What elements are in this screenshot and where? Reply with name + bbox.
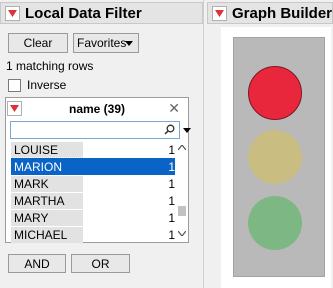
filter-disclosure-triangle-icon[interactable] [5, 5, 20, 21]
graph-builder-canvas [221, 27, 331, 288]
value-list: LOUISE 1 MARION 1 MARK 1 MARTHA 1 MARY 1… [10, 141, 176, 243]
red-light [248, 66, 302, 120]
chevron-down-icon [183, 127, 191, 133]
name-filter-title: name (39) [68, 102, 126, 116]
list-item[interactable]: MARTHA 1 [11, 192, 175, 209]
list-item-name: MARY [11, 209, 83, 226]
favorites-dropdown[interactable]: Favorites [73, 33, 139, 53]
chevron-down-icon [125, 41, 133, 46]
list-item-count: 1 [168, 193, 175, 208]
search-options-dropdown[interactable] [180, 121, 194, 139]
local-data-filter-header: Local Data Filter [0, 2, 203, 24]
close-icon[interactable]: ✕ [168, 100, 180, 117]
search-icon [164, 124, 175, 135]
green-light [248, 196, 302, 250]
list-item[interactable]: MARK 1 [11, 175, 175, 192]
scrollbar-thumb[interactable] [178, 206, 186, 216]
scroll-down-icon[interactable] [175, 227, 189, 239]
matching-rows-text: 1 matching rows [6, 59, 94, 73]
yellow-light [248, 130, 302, 184]
list-item-count: 1 [168, 142, 175, 157]
list-item-count: 1 [168, 227, 175, 242]
graph-disclosure-triangle-icon[interactable] [212, 5, 227, 21]
list-item[interactable]: LOUISE 1 [11, 141, 175, 158]
search-input[interactable] [10, 121, 180, 139]
or-button[interactable]: OR [71, 254, 130, 273]
list-item-name: MARTHA [11, 192, 83, 209]
filter-panel-title: Local Data Filter [25, 4, 142, 22]
graph-builder-header: Graph Builder [207, 2, 333, 24]
inverse-label: Inverse [27, 78, 67, 92]
list-item[interactable]: MICHAEL 1 [11, 226, 175, 243]
favorites-label: Favorites [77, 36, 127, 50]
and-button-label: AND [24, 256, 50, 271]
list-item-name: MICHAEL [11, 226, 83, 243]
panel-divider [203, 0, 204, 288]
name-filter-header: name (39) ✕ [6, 98, 188, 120]
list-item-count: 1 [168, 176, 175, 191]
name-filter-box: name (39) ✕ LOUISE 1 MARION 1 MARK 1 MAR… [5, 97, 191, 243]
and-button[interactable]: AND [8, 254, 66, 273]
traffic-light-housing [233, 37, 325, 277]
list-item[interactable]: MARY 1 [11, 209, 175, 226]
list-item-selected[interactable]: MARION 1 [10, 157, 176, 176]
list-scrollbar[interactable] [175, 141, 189, 240]
list-item-count: 1 [168, 210, 175, 225]
list-item-name: LOUISE [11, 141, 83, 158]
inverse-checkbox[interactable] [8, 79, 21, 92]
list-item-name: MARION [14, 159, 62, 174]
clear-button[interactable]: Clear [8, 33, 68, 53]
graph-panel-title: Graph Builder [231, 4, 332, 22]
list-item-count: 1 [168, 159, 175, 174]
list-item-name: MARK [11, 175, 83, 192]
or-button-label: OR [91, 256, 110, 271]
scroll-up-icon[interactable] [175, 141, 189, 153]
clear-button-label: Clear [23, 36, 53, 50]
